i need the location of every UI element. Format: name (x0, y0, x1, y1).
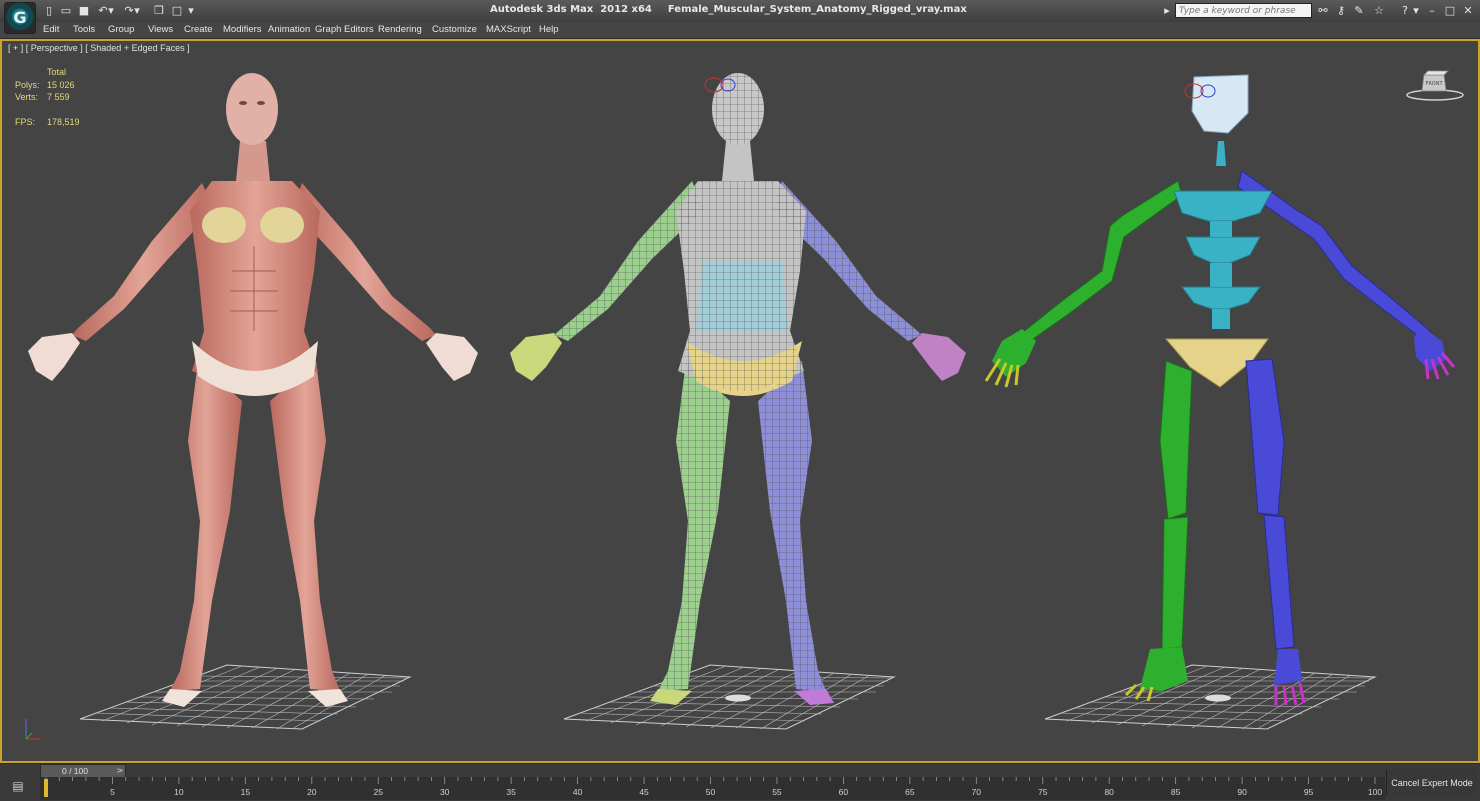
new-file-icon[interactable]: ▯ (42, 4, 56, 17)
close-icon[interactable]: ✕ (1460, 3, 1476, 18)
window-title: Autodesk 3ds Max 2012 x64 Female_Muscular… (490, 4, 983, 15)
muscle-model[interactable] (28, 73, 478, 707)
redo-dropdown-icon[interactable]: ▾ (133, 4, 141, 17)
quick-access-dropdown-icon[interactable]: ▾ (186, 4, 196, 17)
save-icon[interactable]: ■ (77, 4, 91, 17)
current-frame-marker[interactable] (44, 779, 48, 797)
timeline-frame-label: 20 (307, 787, 317, 797)
app-logo-icon[interactable]: G (4, 2, 36, 34)
viewport-label[interactable]: [ + ] [ Perspective ] [ Shaded + Edged F… (8, 43, 190, 53)
timeline-frame-label: 15 (241, 787, 251, 797)
ground-grid-left (79, 664, 412, 730)
menu-customize[interactable]: Customize (432, 24, 477, 36)
timeline-frame-label: 80 (1104, 787, 1114, 797)
mesh-model[interactable] (510, 73, 966, 705)
binoculars-icon[interactable]: ⚯ (1316, 4, 1330, 18)
timeline-frame-label: 25 (374, 787, 384, 797)
timeline-mini-curve-icon[interactable]: ▤ (8, 778, 28, 794)
polys-value: 15 026 (47, 79, 75, 90)
title-bar: G ▯ ▭ ■ ↶ ▾ ↷ ▾ ❐ □ ▾ Autodesk 3ds Max 2… (0, 0, 1480, 34)
timeline-frame-label: 70 (972, 787, 982, 797)
timeline-ruler: 5 10 15 20 25 30 35 40 45 50 55 60 65 70 75 80 85 90 95 100 (44, 777, 1382, 797)
menu-tools[interactable]: Tools (73, 24, 95, 36)
help-dropdown-icon[interactable]: ▾ (1412, 4, 1420, 18)
open-folder-icon[interactable]: ▭ (59, 4, 73, 17)
scene-canvas (28, 73, 1456, 730)
menu-create[interactable]: Create (184, 24, 213, 36)
cancel-expert-mode-button[interactable]: Cancel Expert Mode (1386, 770, 1477, 796)
viewcube-front-label: FRONT (1425, 81, 1443, 87)
timeline-frame-label: 30 (440, 787, 450, 797)
timeline-area: ▤ 0 / 100 > 5 10 15 20 25 30 35 40 45 50 55 60 65 70 7… (0, 763, 1480, 801)
search-input[interactable]: Type a keyword or phrase (1175, 3, 1312, 18)
menu-maxscript[interactable]: MAXScript (486, 24, 531, 36)
verts-label: Verts: (15, 92, 39, 102)
timeline-frame-label: 10 (174, 787, 184, 797)
star-icon[interactable]: ☆ (1372, 4, 1386, 18)
minimize-icon[interactable]: – (1424, 3, 1440, 18)
timeline-track[interactable]: 5 10 15 20 25 30 35 40 45 50 55 60 65 70 75 80 85 90 95 100 (40, 777, 1385, 800)
bone-rig[interactable] (984, 74, 1456, 706)
polys-label: Polys: (15, 79, 40, 90)
timeline-frame-label: 45 (639, 787, 649, 797)
menu-animation[interactable]: Animation (268, 24, 310, 36)
timeline-frame-label: 95 (1304, 787, 1314, 797)
app-name: Autodesk 3ds Max 2012 x64 (490, 4, 652, 15)
ground-grid-right (1044, 664, 1377, 730)
menu-rendering[interactable]: Rendering (378, 24, 422, 36)
timeline-frame-label: 65 (905, 787, 915, 797)
maximize-icon[interactable]: □ (1442, 3, 1458, 18)
file-name: Female_Muscular_System_Anatomy_Rigged_vr… (667, 4, 967, 15)
menu-edit[interactable]: Edit (43, 24, 59, 36)
time-slider-label: 0 / 100 (62, 766, 88, 776)
timeline-frame-label: 85 (1171, 787, 1181, 797)
help-icon[interactable]: ? (1398, 4, 1412, 18)
timeline-frame-label: 50 (706, 787, 716, 797)
expand-arrow-icon[interactable]: ▸ (1162, 4, 1172, 18)
timeline-frame-label: 5 (110, 787, 115, 797)
undo-dropdown-icon[interactable]: ▾ (107, 4, 115, 17)
timeline-frame-label: 100 (1368, 787, 1382, 797)
statistics-overlay: Total Polys: 15 026 Verts: 7 559 FPS: 178,5… (15, 66, 115, 129)
key-icon[interactable]: ⚷ (1334, 4, 1348, 18)
menu-views[interactable]: Views (148, 24, 173, 36)
verts-value: 7 559 (47, 92, 70, 102)
timeline-frame-label: 60 (839, 787, 849, 797)
fps-value: 178,519 (47, 117, 80, 127)
viewcube-icon[interactable]: FRONT (1404, 69, 1466, 103)
timeline-frame-label: 90 (1237, 787, 1247, 797)
tools-icon[interactable]: ✎ (1352, 4, 1366, 18)
timeline-frame-label: 55 (772, 787, 782, 797)
stats-header: Total (47, 67, 67, 77)
time-slider-next-icon[interactable]: > (115, 765, 125, 777)
project-folder-icon[interactable]: ❐ (152, 4, 166, 17)
menu-bar: Edit Tools Group Views Create Modifiers … (0, 22, 1480, 39)
timeline-frame-label: 75 (1038, 787, 1048, 797)
time-slider[interactable]: 0 / 100 > (40, 764, 126, 778)
perspective-viewport[interactable]: [ + ] [ Perspective ] [ Shaded + Edged F… (0, 39, 1480, 763)
ground-grid-middle (563, 664, 896, 730)
menu-group[interactable]: Group (108, 24, 134, 36)
timeline-frame-label: 35 (506, 787, 516, 797)
menu-help[interactable]: Help (539, 24, 559, 36)
fps-label: FPS: (15, 117, 36, 127)
window-icon[interactable]: □ (170, 4, 184, 17)
menu-modifiers[interactable]: Modifiers (223, 24, 262, 36)
axis-tripod-icon (25, 719, 40, 740)
timeline-frame-label: 40 (573, 787, 583, 797)
menu-graph-editors[interactable]: Graph Editors (315, 24, 374, 36)
